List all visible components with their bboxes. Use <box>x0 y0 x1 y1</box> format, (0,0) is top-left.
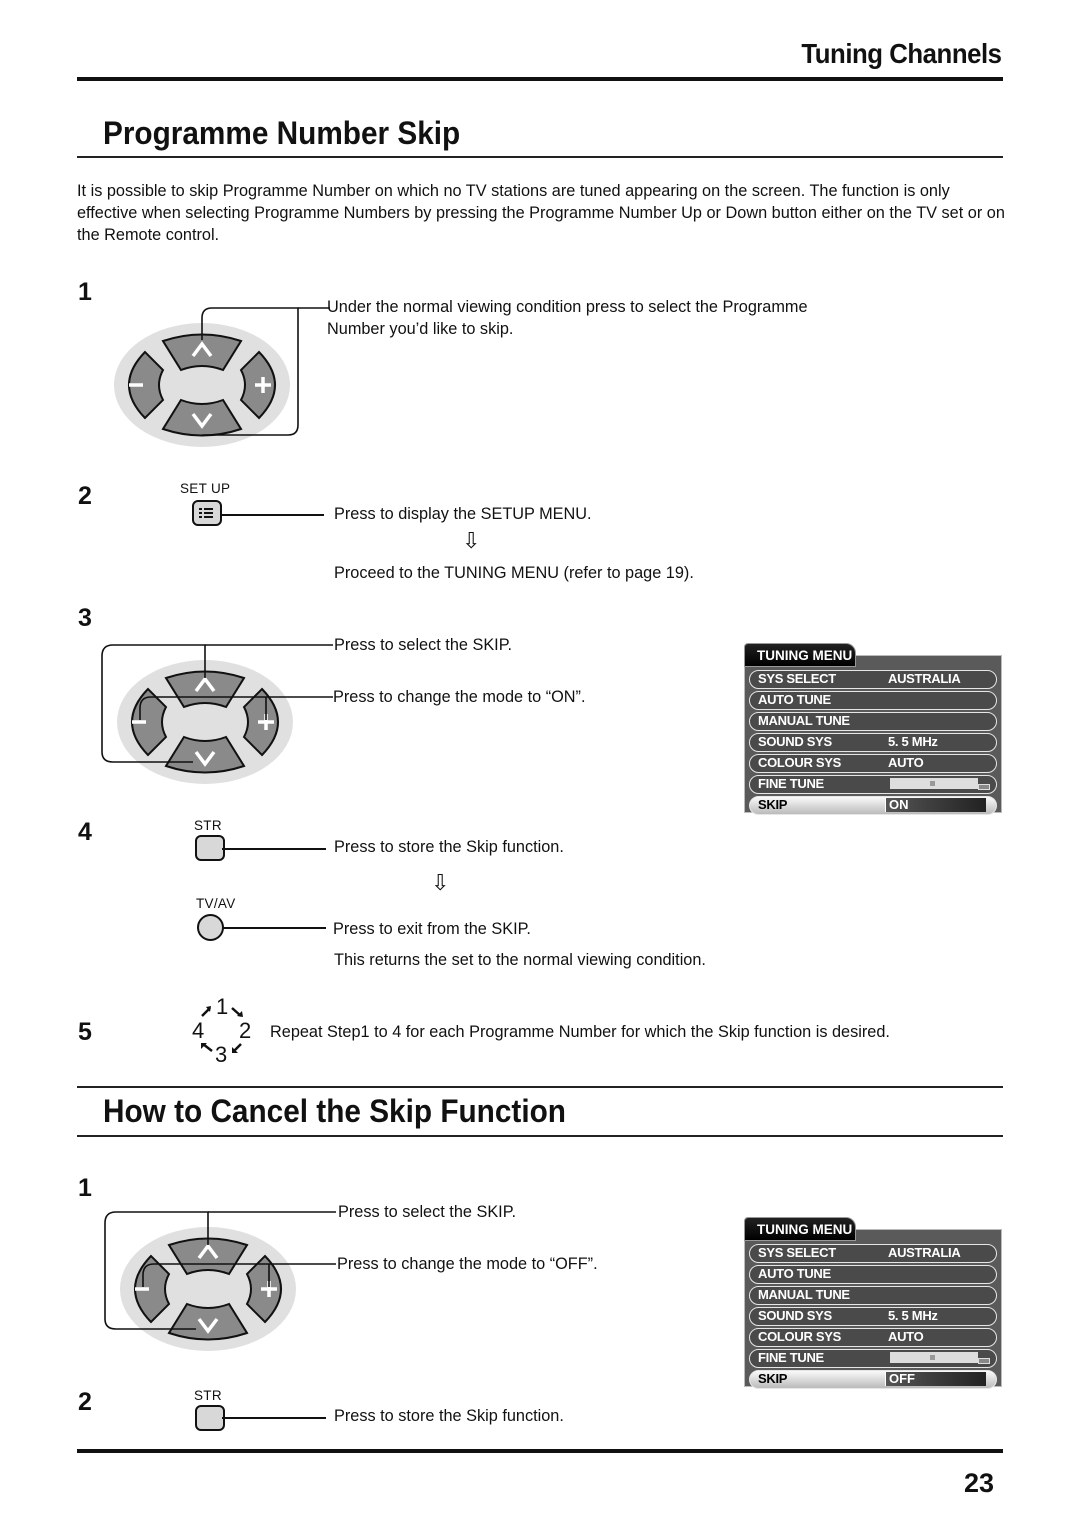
skip-value: OFF <box>889 1371 915 1386</box>
step2-text2: Proceed to the TUNING MENU (refer to pag… <box>334 564 694 582</box>
row-value: AUSTRALIA <box>888 671 961 686</box>
section-header: Tuning Channels <box>801 38 1003 69</box>
step4-text2: Press to exit from the SKIP. <box>333 920 531 938</box>
fine-tune-slider[interactable] <box>890 778 978 789</box>
row-label: SYS SELECT <box>758 671 836 686</box>
intro-paragraph: It is possible to skip Programme Number … <box>77 182 1005 244</box>
str-button-label: STR <box>194 1388 222 1403</box>
str-button[interactable] <box>195 1405 225 1431</box>
row-label: FINE TUNE <box>758 1350 824 1365</box>
callout-line <box>222 1417 326 1419</box>
row-label: COLOUR SYS <box>758 1329 841 1344</box>
slider-knob <box>930 781 935 786</box>
menu-row-colour-sys[interactable]: COLOUR SYS AUTO <box>749 1328 997 1347</box>
menu-title: TUNING MENU <box>744 643 856 667</box>
row-value: 5. 5 MHz <box>888 734 938 749</box>
title-rule <box>77 156 1003 158</box>
setup-button-label: SET UP <box>180 481 231 496</box>
page-number: 23 <box>963 1468 994 1498</box>
callout-line <box>222 927 326 929</box>
row-label: SOUND SYS <box>758 734 832 749</box>
step-number: 1 <box>78 1174 92 1202</box>
row-label: AUTO TUNE <box>758 692 831 707</box>
step-number: 4 <box>78 818 92 846</box>
step-number: 1 <box>78 278 92 306</box>
row-label: MANUAL TUNE <box>758 713 850 728</box>
step4-text: Press to store the Skip function. <box>334 838 564 856</box>
cancel-step1-text: Press to select the SKIP. <box>338 1203 516 1221</box>
dpad-diagram <box>114 307 330 447</box>
step-number: 2 <box>78 482 92 510</box>
row-label: SOUND SYS <box>758 1308 832 1323</box>
step4-text3: This returns the set to the normal viewi… <box>334 951 706 969</box>
row-value: AUSTRALIA <box>888 1245 961 1260</box>
row-label: SKIP <box>758 797 788 812</box>
menu-row-sys-select[interactable]: SYS SELECT AUSTRALIA <box>749 670 997 689</box>
skip-value-box: ON <box>885 797 986 812</box>
menu-title: TUNING MENU <box>744 1217 856 1241</box>
title-rule <box>77 1135 1003 1137</box>
slider-knob <box>930 1355 935 1360</box>
callout-line <box>222 514 324 516</box>
dpad-diagram <box>101 644 333 784</box>
fine-tune-slider[interactable] <box>890 1352 978 1363</box>
menu-row-auto-tune[interactable]: AUTO TUNE <box>749 691 997 710</box>
step2-text: Press to display the SETUP MENU. <box>334 505 592 523</box>
step5-text: Repeat Step1 to 4 for each Programme Num… <box>270 1023 890 1041</box>
menu-row-manual-tune[interactable]: MANUAL TUNE <box>749 712 997 731</box>
row-label: COLOUR SYS <box>758 755 841 770</box>
step3-text: Press to select the SKIP. <box>334 636 512 654</box>
menu-row-manual-tune[interactable]: MANUAL TUNE <box>749 1286 997 1305</box>
repeat-cycle-icon: 1 2 3 4 <box>188 994 268 1067</box>
row-value: AUTO <box>888 755 924 770</box>
row-label: MANUAL TUNE <box>758 1287 850 1302</box>
down-arrow-icon: ⇩ <box>431 870 450 895</box>
step1-text: Under the normal viewing condition press… <box>327 298 808 338</box>
menu-row-sound-sys[interactable]: SOUND SYS 5. 5 MHz <box>749 733 997 752</box>
row-label: FINE TUNE <box>758 776 824 791</box>
step-number: 5 <box>78 1018 92 1046</box>
row-label: AUTO TUNE <box>758 1266 831 1281</box>
menu-row-sound-sys[interactable]: SOUND SYS 5. 5 MHz <box>749 1307 997 1326</box>
menu-row-skip[interactable]: SKIP OFF <box>749 1370 997 1389</box>
menu-row-sys-select[interactable]: SYS SELECT AUSTRALIA <box>749 1244 997 1263</box>
menu-row-fine-tune[interactable]: FINE TUNE <box>749 1349 997 1368</box>
dpad-diagram <box>104 1211 336 1351</box>
menu-row-skip[interactable]: SKIP ON <box>749 796 997 815</box>
section-rule <box>77 1086 1003 1088</box>
tuning-menu: TUNING MENU SYS SELECT AUSTRALIA AUTO TUN… <box>744 1217 1002 1389</box>
row-label: SYS SELECT <box>758 1245 836 1260</box>
tuning-menu: TUNING MENU SYS SELECT AUSTRALIA AUTO TUN… <box>744 643 1002 815</box>
cancel-step2-text: Press to store the Skip function. <box>334 1407 564 1425</box>
row-label: SKIP <box>758 1371 788 1386</box>
menu-row-colour-sys[interactable]: COLOUR SYS AUTO <box>749 754 997 773</box>
str-button[interactable] <box>195 835 225 861</box>
callout-line <box>222 848 326 850</box>
menu-row-fine-tune[interactable]: FINE TUNE <box>749 775 997 794</box>
cancel-step1-text2: Press to change the mode to “OFF”. <box>337 1255 598 1273</box>
down-arrow-icon: ⇩ <box>462 528 481 553</box>
row-value: 5. 5 MHz <box>888 1308 938 1323</box>
step3-text2: Press to change the mode to “ON”. <box>333 688 586 706</box>
tvav-button[interactable] <box>197 914 224 941</box>
dpad <box>114 323 290 447</box>
setup-button[interactable] <box>192 500 222 526</box>
str-button-label: STR <box>194 818 222 833</box>
skip-value: ON <box>889 797 909 812</box>
section2-title: How to Cancel the Skip Function <box>103 1093 566 1129</box>
header-rule <box>77 77 1003 81</box>
slider-end-icon <box>978 784 990 790</box>
slider-end-icon <box>978 1358 990 1364</box>
page-title: Programme Number Skip <box>103 115 461 151</box>
menu-row-auto-tune[interactable]: AUTO TUNE <box>749 1265 997 1284</box>
tvav-button-label: TV/AV <box>196 896 236 911</box>
step-number: 3 <box>78 604 92 632</box>
footer-rule <box>77 1449 1003 1453</box>
step-number: 2 <box>78 1388 92 1416</box>
row-value: AUTO <box>888 1329 924 1344</box>
skip-value-box: OFF <box>885 1371 986 1386</box>
menu-icon <box>199 508 213 518</box>
